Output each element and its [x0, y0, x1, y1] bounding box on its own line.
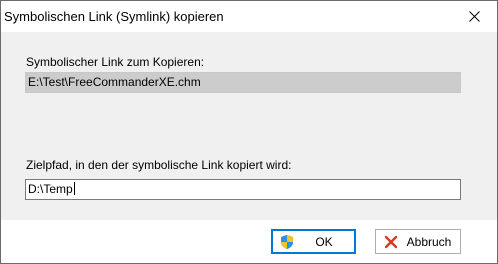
target-path-input[interactable]: D:\Temp — [25, 179, 461, 200]
target-path-value: D:\Temp — [28, 182, 73, 196]
target-path-label: Zielpfad, in den der symbolische Link ko… — [26, 158, 292, 172]
window-title: Symbolischen Link (Symlink) kopieren — [4, 9, 224, 24]
ok-button-label: OK — [315, 235, 333, 249]
close-icon — [468, 11, 480, 22]
close-button[interactable] — [451, 1, 497, 32]
ok-button[interactable]: OK — [271, 229, 356, 254]
cancel-button-label: Abbruch — [406, 235, 452, 249]
dialog-content: Symbolischer Link zum Kopieren: E:\Test\… — [1, 32, 497, 220]
source-link-field: E:\Test\FreeCommanderXE.chm — [25, 72, 461, 93]
cancel-button[interactable]: Abbruch — [375, 229, 461, 254]
text-caret — [73, 182, 75, 195]
title-bar[interactable]: Symbolischen Link (Symlink) kopieren — [1, 1, 497, 32]
button-bar: OK Abbruch — [1, 220, 497, 263]
dialog-window: Symbolischen Link (Symlink) kopieren Sym… — [0, 0, 498, 264]
source-link-label: Symbolischer Link zum Kopieren: — [26, 55, 205, 69]
